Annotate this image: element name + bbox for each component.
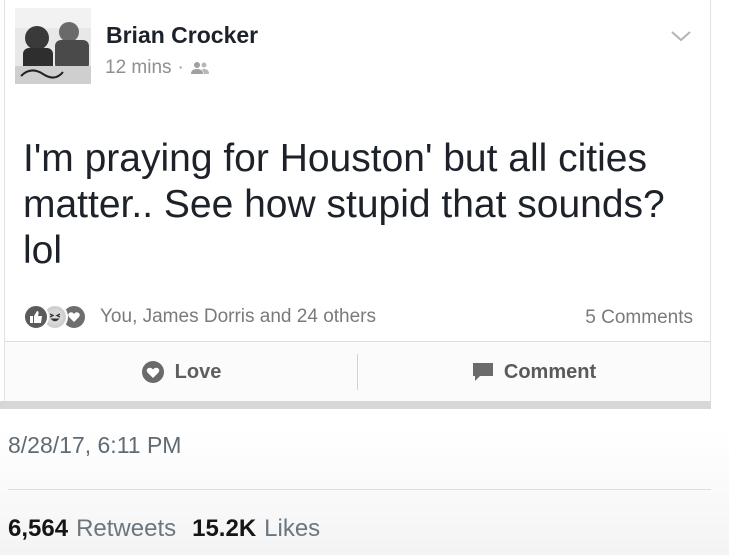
avatar[interactable] [15, 8, 91, 84]
tweet-stats: 6,564 Retweets 15.2K Likes [8, 515, 336, 543]
author-name[interactable]: Brian Crocker [106, 22, 258, 49]
facebook-post-card: Brian Crocker 12 mins · I'm praying for … [4, 0, 711, 408]
post-meta: 12 mins · [105, 57, 210, 79]
reactions-summary[interactable]: You, James Dorris and 24 others [23, 304, 376, 330]
tweet-timestamp[interactable]: 8/28/17, 6:11 PM [8, 432, 181, 459]
chevron-down-icon[interactable] [670, 28, 692, 44]
post-actions: Love Comment [5, 341, 710, 402]
avatar-photo [15, 8, 91, 84]
love-reaction-icon [141, 361, 164, 383]
love-button-label: Love [174, 360, 222, 383]
like-icon [23, 304, 49, 330]
retweets-label[interactable]: Retweets [76, 515, 176, 543]
likes-count[interactable]: 15.2K [192, 515, 256, 543]
tweet-divider [8, 489, 711, 490]
screenshot: Brian Crocker 12 mins · I'm praying for … [0, 0, 729, 555]
comment-icon [472, 363, 493, 381]
comment-button[interactable]: Comment [358, 342, 710, 402]
meta-separator: · [177, 57, 184, 78]
card-bottom-border [0, 401, 711, 409]
post-time[interactable]: 12 mins [105, 57, 172, 79]
friends-icon[interactable] [190, 61, 210, 75]
comment-button-label: Comment [503, 360, 597, 383]
likes-label[interactable]: Likes [264, 515, 320, 543]
reactions-text[interactable]: You, James Dorris and 24 others [100, 306, 376, 328]
post-text: I'm praying for Houston' but all cities … [23, 137, 665, 272]
love-button[interactable]: Love [5, 342, 357, 402]
retweets-count[interactable]: 6,564 [8, 515, 68, 543]
comments-count[interactable]: 5 Comments [585, 307, 693, 329]
